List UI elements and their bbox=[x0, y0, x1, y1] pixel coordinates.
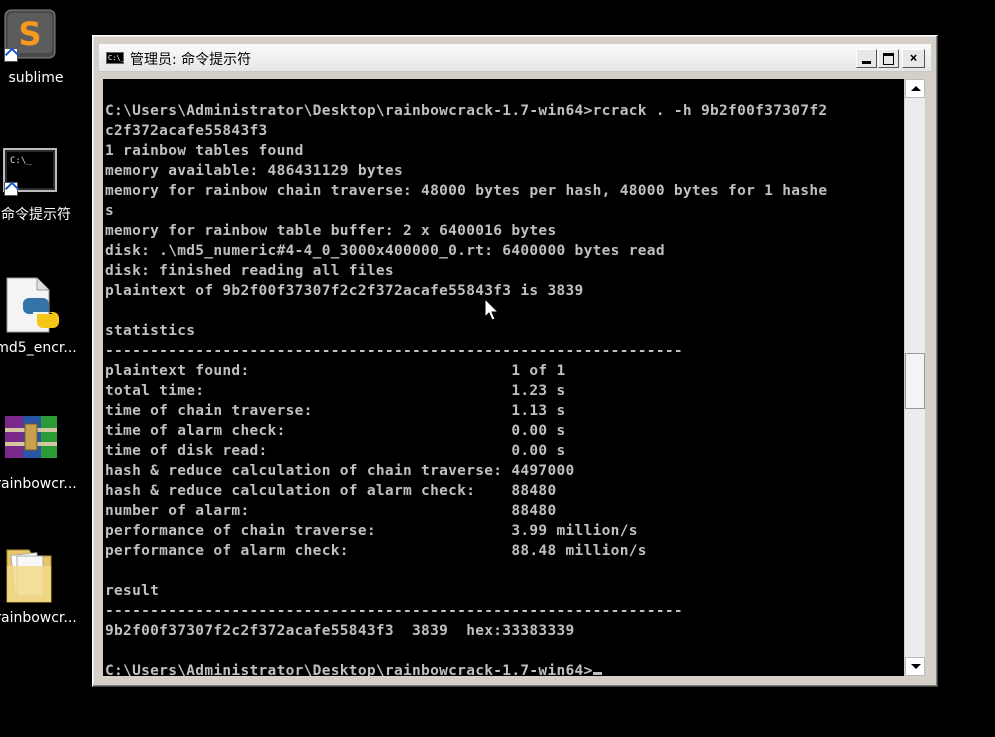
console-app-icon: C:\_ bbox=[106, 52, 125, 64]
console-line: 1 rainbow tables found bbox=[105, 143, 304, 159]
console-line: hash & reduce calculation of chain trave… bbox=[105, 463, 575, 479]
desktop-icon-label: 命令提示符 bbox=[1, 207, 71, 223]
python-file-icon bbox=[3, 276, 61, 338]
console-line: total time: 1.23 s bbox=[105, 383, 566, 399]
console-line: memory available: 486431129 bytes bbox=[105, 163, 403, 179]
shortcut-arrow-icon bbox=[4, 48, 18, 62]
console-line: memory for rainbow chain traverse: 48000… bbox=[105, 183, 828, 199]
winrar-archive-icon bbox=[3, 414, 59, 464]
maximize-icon bbox=[883, 53, 894, 65]
console-line: performance of chain traverse: 3.99 mill… bbox=[105, 523, 638, 539]
desktop-icon-label: sublime bbox=[8, 70, 64, 86]
console-line: time of alarm check: 0.00 s bbox=[105, 423, 566, 439]
scroll-down-arrow-icon bbox=[911, 664, 921, 669]
console-line: number of alarm: 88480 bbox=[105, 503, 557, 519]
vertical-scrollbar[interactable] bbox=[905, 79, 925, 676]
console-text: C:\Users\Administrator\Desktop\rainbowcr… bbox=[103, 79, 904, 676]
console-line: 9b2f00f37307f2c2f372acafe55843f3 3839 he… bbox=[105, 623, 575, 639]
svg-text:C:\_: C:\_ bbox=[10, 156, 32, 166]
console-line: hash & reduce calculation of alarm check… bbox=[105, 483, 557, 499]
maximize-button[interactable] bbox=[878, 49, 899, 68]
console-line: statistics bbox=[105, 323, 196, 339]
scroll-up-button[interactable] bbox=[905, 79, 925, 98]
console-line: performance of alarm check: 88.48 millio… bbox=[105, 543, 647, 559]
window-title: 管理员: 命令提示符 bbox=[130, 52, 252, 68]
console-line: plaintext found: 1 of 1 bbox=[105, 363, 566, 379]
minimize-icon bbox=[862, 61, 871, 64]
console-line: time of chain traverse: 1.13 s bbox=[105, 403, 566, 419]
scrollbar-thumb[interactable] bbox=[905, 353, 925, 409]
console-line: s bbox=[105, 203, 115, 219]
console-line: memory for rainbow table buffer: 2 x 640… bbox=[105, 223, 557, 239]
desktop-icon-label: rainbowcr... bbox=[0, 476, 77, 492]
command-prompt-window[interactable]: C:\_ 管理员: 命令提示符 × C:\Users\Administrator… bbox=[92, 35, 938, 687]
folder-icon bbox=[3, 544, 57, 610]
console-output[interactable]: C:\Users\Administrator\Desktop\rainbowcr… bbox=[103, 79, 904, 676]
console-line: disk: .\md5_numeric#4-4_0_3000x400000_0.… bbox=[105, 243, 665, 259]
close-button[interactable]: × bbox=[902, 49, 925, 68]
console-line: disk: finished reading all files bbox=[105, 263, 394, 279]
desktop-icon-label: md5_encr... bbox=[0, 340, 77, 356]
shortcut-arrow-icon bbox=[4, 182, 18, 196]
scroll-down-button[interactable] bbox=[905, 657, 925, 676]
console-line: ----------------------------------------… bbox=[105, 603, 683, 619]
console-line: plaintext of 9b2f00f37307f2c2f372acafe55… bbox=[105, 283, 584, 299]
scroll-up-arrow-icon bbox=[911, 86, 921, 91]
desktop-icon-label: rainbowcr... bbox=[0, 610, 77, 626]
text-cursor bbox=[592, 672, 602, 675]
console-line: C:\Users\Administrator\Desktop\rainbowcr… bbox=[105, 103, 828, 119]
minimize-button[interactable] bbox=[856, 49, 877, 68]
console-line: C:\Users\Administrator\Desktop\rainbowcr… bbox=[105, 661, 904, 676]
console-line: result bbox=[105, 583, 160, 599]
mouse-pointer-icon bbox=[484, 297, 500, 326]
svg-text:S: S bbox=[18, 15, 41, 53]
console-line: time of disk read: 0.00 s bbox=[105, 443, 566, 459]
window-titlebar[interactable]: C:\_ 管理员: 命令提示符 × bbox=[99, 44, 931, 72]
console-line: c2f372acafe55843f3 bbox=[105, 123, 268, 139]
close-icon: × bbox=[909, 51, 918, 66]
console-line: ----------------------------------------… bbox=[105, 343, 683, 359]
